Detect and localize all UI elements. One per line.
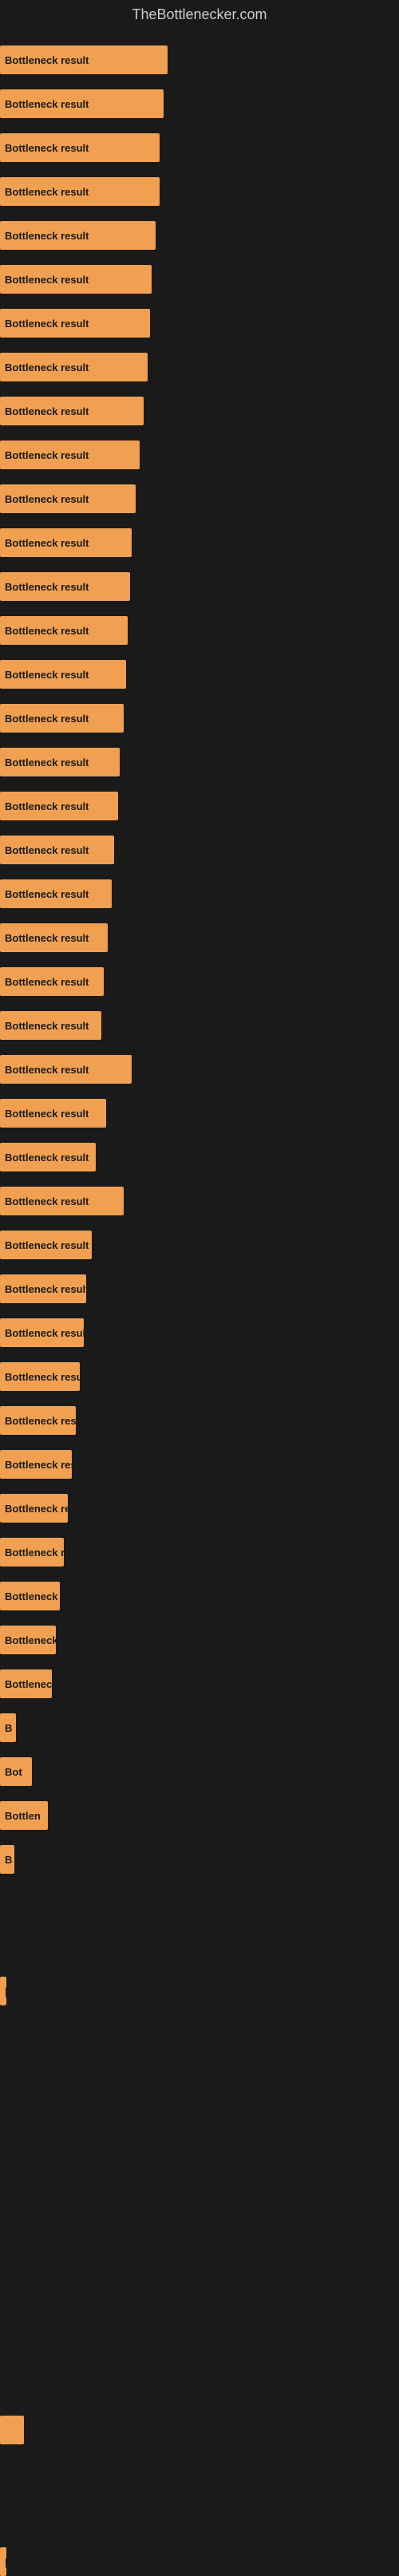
bar-item: Bottleneck result xyxy=(0,221,156,250)
bar-item: Bot xyxy=(0,1757,32,1786)
bar-label: Bottleneck result xyxy=(5,274,89,286)
bar-item: Bottleneck result xyxy=(0,1538,64,1567)
bar-item: Bottleneck result xyxy=(0,1099,106,1128)
bar-label: Bottleneck result xyxy=(5,669,89,681)
bar-item: Bottleneck result xyxy=(0,923,108,952)
bar-item: Bottleneck result xyxy=(0,660,126,689)
bar-item: Bottleneck result xyxy=(0,484,136,513)
bar-item: Bottleneck result xyxy=(0,1406,76,1435)
bar-item: | xyxy=(0,2547,6,2576)
bar-label: Bottleneck result xyxy=(5,54,89,66)
bar-item: Bottleneck result xyxy=(0,572,130,601)
bar-label: | xyxy=(5,1985,6,1997)
bar-label: Bottleneck result xyxy=(5,800,89,812)
bar-label: Bottleneck result xyxy=(5,1283,86,1295)
bar-label: Bottleneck result xyxy=(5,1152,89,1164)
bar-item: Bottleneck result xyxy=(0,1494,68,1523)
bar-label: Bottleneck result xyxy=(5,1239,89,1251)
bar-item: Bottleneck result xyxy=(0,133,160,162)
bar-item: Bottleneck result xyxy=(0,1626,56,1654)
bar-item: Bottleneck result xyxy=(0,1011,101,1040)
bar-label: Bottleneck result xyxy=(5,844,89,856)
bar-label: | xyxy=(5,2556,6,2568)
bar-label: Bottleneck result xyxy=(5,1415,76,1427)
bar-label: Bottleneck result xyxy=(5,142,89,154)
bar-label: Bottleneck result xyxy=(5,713,89,725)
bar-item: Bottleneck result xyxy=(0,353,148,381)
bar-item: Bottleneck result xyxy=(0,1187,124,1215)
bar-label: Bottleneck result xyxy=(5,625,89,637)
bar-label: Bottleneck result xyxy=(5,362,89,373)
bar-item: Bottleneck result xyxy=(0,792,118,820)
bar-label: Bottleneck result xyxy=(5,932,89,944)
bar-item: Bottleneck result xyxy=(0,309,150,338)
bar-label: Bottleneck result xyxy=(5,449,89,461)
chart-area: Bottleneck result Bottleneck result Bottle… xyxy=(0,30,399,2567)
bar-item: B xyxy=(0,1845,14,1874)
bar-item: | xyxy=(0,1977,6,2005)
bar-label: Bottleneck result xyxy=(5,98,89,110)
bar-item: Bottleneck result xyxy=(0,1318,84,1347)
bar-label: Bottleneck result xyxy=(5,1020,89,1032)
bar-label: Bottleneck result xyxy=(5,581,89,593)
bar-label: Bottleneck result xyxy=(5,405,89,417)
bar-label: Bottleneck result xyxy=(5,186,89,198)
bar-item: Bottleneck result xyxy=(0,1274,86,1303)
bar-item: Bottleneck result xyxy=(0,1582,60,1610)
bar-label: Bottleneck result xyxy=(5,757,89,768)
bar-label: Bottleneck result xyxy=(5,1503,68,1515)
bar-item: Bottleneck result xyxy=(0,967,104,996)
bar-label: Bottleneck result xyxy=(5,1064,89,1076)
bar-label: Bottleneck result xyxy=(5,1371,80,1383)
bar-item: Bottleneck result xyxy=(0,397,144,425)
bar-label: Bottleneck result xyxy=(5,537,89,549)
site-title: TheBottlenecker.com xyxy=(0,0,399,30)
bar-item: Bottleneck result xyxy=(0,528,132,557)
bar-label: Bottleneck result xyxy=(5,230,89,242)
bar-item xyxy=(0,2416,24,2444)
bar-item: Bottleneck result xyxy=(0,1669,52,1698)
bar-item: Bottleneck result xyxy=(0,1362,80,1391)
bar-label: Bottleneck result xyxy=(5,1547,64,1559)
bar-item: Bottleneck result xyxy=(0,704,124,733)
bar-label: B xyxy=(5,1854,12,1866)
bar-label: Bottleneck result xyxy=(5,318,89,330)
bar-item: Bottleneck result xyxy=(0,1450,72,1479)
bar-label: Bot xyxy=(5,1766,22,1778)
bar-label: Bottleneck result xyxy=(5,1108,89,1120)
bar-label: B xyxy=(5,1722,12,1734)
bar-item: Bottleneck result xyxy=(0,89,164,118)
bar-label: Bottleneck result xyxy=(5,888,89,900)
bar-label: Bottleneck result xyxy=(5,1634,56,1646)
bar-label: Bottleneck result xyxy=(5,1195,89,1207)
bar-item: Bottleneck result xyxy=(0,748,120,776)
bar-label: Bottleneck result xyxy=(5,1459,72,1471)
bar-item: Bottleneck result xyxy=(0,265,152,294)
bar-item: Bottleneck result xyxy=(0,1055,132,1084)
bar-item: B xyxy=(0,1713,16,1742)
bar-item: Bottleneck result xyxy=(0,45,168,74)
bar-label: Bottlen xyxy=(5,1810,41,1822)
bar-item: Bottlen xyxy=(0,1801,48,1830)
bar-label: Bottleneck result xyxy=(5,493,89,505)
bar-label: Bottleneck result xyxy=(5,1678,52,1690)
bar-item: Bottleneck result xyxy=(0,177,160,206)
bar-item: Bottleneck result xyxy=(0,441,140,469)
bar-item: Bottleneck result xyxy=(0,836,114,864)
bar-label: Bottleneck result xyxy=(5,976,89,988)
bar-label: Bottleneck result xyxy=(5,1590,60,1602)
bar-item: Bottleneck result xyxy=(0,1231,92,1259)
bar-label: Bottleneck result xyxy=(5,1327,84,1339)
bar-item: Bottleneck result xyxy=(0,879,112,908)
bar-item: Bottleneck result xyxy=(0,1143,96,1171)
bar-item: Bottleneck result xyxy=(0,616,128,645)
